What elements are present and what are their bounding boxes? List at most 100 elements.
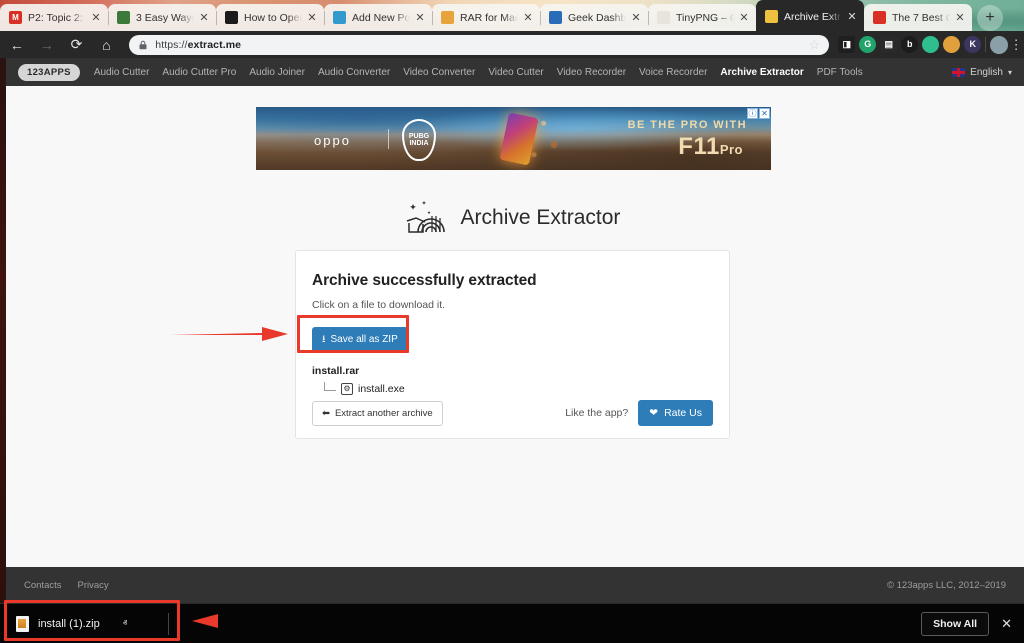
file-tree-item[interactable]: ⚙ install.exe [324,382,713,395]
close-tab-icon[interactable]: ✕ [844,9,860,25]
site-nav-item-archive-extractor[interactable]: Archive Extractor [720,67,803,78]
ad-controls: ⓘ ✕ [747,108,770,119]
ad-divider [388,129,389,149]
lock-icon [139,40,147,49]
chevron-down-icon: ▾ [1007,67,1012,77]
site-nav-item-audio-cutter-pro[interactable]: Audio Cutter Pro [162,67,236,78]
rate-us-button[interactable]: ❤ Rate Us [638,400,713,426]
location-pin-icon[interactable] [922,36,940,53]
site-nav-item-video-cutter[interactable]: Video Cutter [488,67,543,78]
ad-info-icon[interactable]: ⓘ [747,108,758,119]
card-subtext: Click on a file to download it. [312,299,446,311]
save-all-as-zip-label: Save all as ZIP [330,334,398,345]
file-tree: install.rar ⚙ install.exe [312,365,713,395]
tab-strip: MP2: Topic 2: Ex✕3 Easy Ways to✕How to O… [0,0,1003,31]
site-nav-item-audio-converter[interactable]: Audio Converter [318,67,390,78]
rate-us-label: Rate Us [664,407,702,419]
extension-square-icon[interactable]: ◨ [838,36,856,53]
site-nav-item-pdf-tools[interactable]: PDF Tools [817,67,863,78]
docs-icon [549,11,562,24]
download-shelf-divider [168,612,169,635]
uk-flag-icon [952,67,966,77]
browser-tab[interactable]: Add New Post✕ [324,4,432,31]
bookmark-star-icon[interactable]: ☆ [807,37,821,52]
site-nav-item-video-converter[interactable]: Video Converter [403,67,475,78]
ad-headline: BE THE PRO WITH [627,119,747,131]
grammarly-icon[interactable]: G [859,36,877,53]
extension-icons: ◨ G ▤ b K [838,36,982,53]
download-icon: ⭳ [322,333,326,345]
browser-tab[interactable]: 3 Easy Ways to✕ [108,4,216,31]
download-file-name: install (1).zip [38,617,100,630]
arrow-left-icon: ⬅ [322,407,330,419]
browser-chrome: MP2: Topic 2: Ex✕3 Easy Ways to✕How to O… [0,0,1024,58]
site-nav-item-voice-recorder[interactable]: Voice Recorder [639,67,707,78]
save-all-as-zip-button[interactable]: ⭳ Save all as ZIP [312,327,408,352]
wikihow-icon [117,11,130,24]
close-tab-icon[interactable]: ✕ [88,10,104,26]
cookie-icon[interactable] [943,36,961,53]
address-bar[interactable]: https://extract.me ☆ [129,34,830,55]
browser-menu-icon[interactable]: ⋮ [1008,38,1024,51]
close-download-shelf-icon[interactable]: ✕ [1001,616,1016,632]
generic-dark-icon [225,11,238,24]
browser-tab[interactable]: How to Open R✕ [216,4,324,31]
footer-link-contacts[interactable]: Contacts [24,580,62,591]
new-tab-button[interactable]: + [977,5,1003,31]
extract-another-archive-label: Extract another archive [334,407,433,419]
back-button[interactable]: ← [4,32,30,58]
download-item[interactable]: install (1).zip ⱏ [8,610,158,638]
exe-file-icon: ⚙ [341,382,353,395]
close-tab-icon[interactable]: ✕ [412,10,428,26]
close-tab-icon[interactable]: ✕ [952,10,968,26]
browser-tab[interactable]: Archive Extract✕ [756,0,864,31]
site-nav-item-audio-joiner[interactable]: Audio Joiner [249,67,305,78]
ad-creative[interactable]: oppo PUBG INDIA BE THE PRO WITH F11Pro [256,107,771,170]
page-left-edge [0,58,6,603]
site-nav-item-video-recorder[interactable]: Video Recorder [557,67,626,78]
close-tab-icon[interactable]: ✕ [520,10,536,26]
zip-file-icon [16,615,29,632]
close-tab-icon[interactable]: ✕ [196,10,212,26]
pocket-book-icon[interactable]: ▤ [880,36,898,53]
close-tab-icon[interactable]: ✕ [736,10,752,26]
home-button[interactable]: ⌂ [93,32,119,58]
browser-tab[interactable]: The 7 Best On✕ [864,4,972,31]
language-selector[interactable]: English ▾ [952,67,1012,78]
archive-root-name: install.rar [312,365,360,377]
browser-tab-title: Archive Extract [784,10,842,23]
browser-tab[interactable]: RAR for Mac: O✕ [432,4,540,31]
download-menu-chevron-icon[interactable]: ⱏ [123,618,127,629]
advertisement-banner[interactable]: oppo PUBG INDIA BE THE PRO WITH F11Pro ⓘ… [256,107,771,170]
avatar[interactable] [990,35,1009,54]
download-shelf-actions: Show All ✕ [921,611,1016,636]
kaspersky-icon[interactable]: K [964,36,982,53]
bitly-icon[interactable]: b [901,36,919,53]
forward-button[interactable]: → [34,32,60,58]
reload-button[interactable]: ⟳ [64,32,90,58]
browser-tab-title: Add New Post [352,11,410,24]
show-all-downloads-button[interactable]: Show All [921,611,990,636]
close-tab-icon[interactable]: ✕ [304,10,320,26]
browser-tab-title: 3 Easy Ways to [136,11,194,24]
extract-another-archive-button[interactable]: ⬅ Extract another archive [312,400,443,426]
browser-tab[interactable]: TinyPNG – Com✕ [648,4,756,31]
site-nav-item-audio-cutter[interactable]: Audio Cutter [94,67,150,78]
wordpress-icon [333,11,346,24]
ad-model: F11Pro [678,133,743,160]
browser-tab-title: RAR for Mac: O [460,11,518,24]
browser-tab[interactable]: Geek Dashboar✕ [540,4,648,31]
ad-close-icon[interactable]: ✕ [759,108,770,119]
browser-toolbar: ← → ⟳ ⌂ https://extract.me ☆ ◨ G ▤ b K ⋮ [0,31,1024,58]
like-the-app-text: Like the app? [565,407,629,419]
heart-icon: ❤ [649,407,659,419]
close-tab-icon[interactable]: ✕ [628,10,644,26]
browser-tab-title: TinyPNG – Com [676,11,734,24]
gmail-icon: M [9,11,22,24]
browser-tab[interactable]: M P2: Topic 2: Ex✕ [0,4,108,31]
web-page: 123APPS Audio Cutter Audio Cutter Pro Audi… [0,58,1024,603]
site-logo[interactable]: 123APPS [18,63,80,81]
site-navbar: 123APPS Audio Cutter Audio Cutter Pro Audi… [6,58,1024,86]
browser-tab-title: How to Open R [244,11,302,24]
footer-link-privacy[interactable]: Privacy [78,580,109,591]
